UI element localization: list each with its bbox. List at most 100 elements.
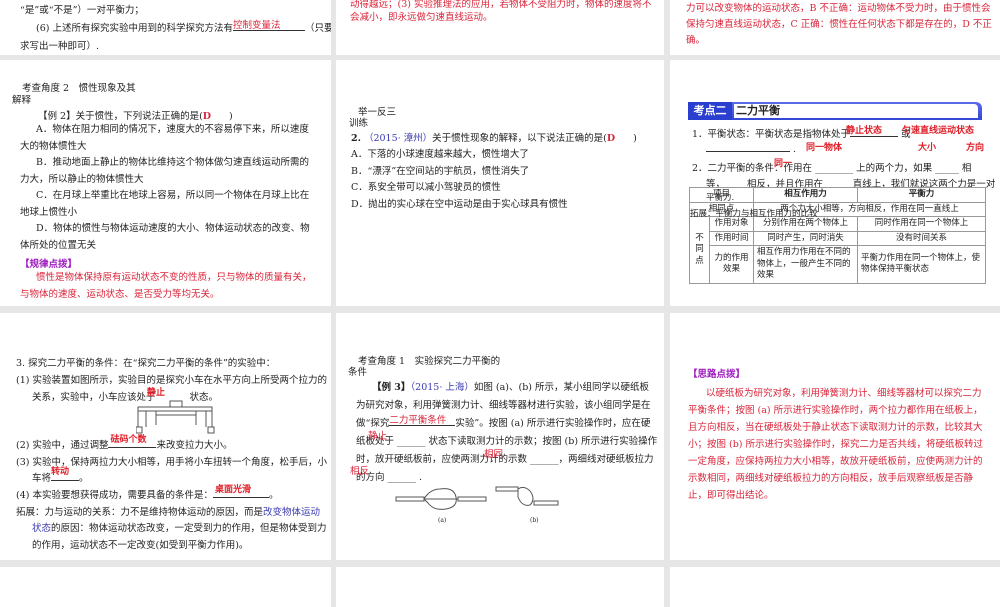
answer: D [606, 133, 616, 144]
label: 【例 3】 [372, 382, 411, 393]
option-b: B．推动地面上静止的物体比维持这个物体做匀速直线运动所需的力大，所以静止的物体惯… [20, 157, 309, 185]
text: 关于惯性现象的解释，以下说法正确的是( [432, 133, 607, 144]
slide-6[interactable]: 考点二 二力平衡 1．平衡状态：平衡状态是指物体处于 或 静止状态 匀速直线运动… [670, 60, 1000, 306]
text: 实验”。按图 (a) 所示进行实验操作时，应在硬 [455, 418, 651, 429]
tip-text: 以硬纸板为研究对象，利用弹簧测力计、细线等器材可以探究二力平衡条件；按图 (a)… [688, 388, 984, 501]
text: (2) 实验中，通过调整 [16, 440, 109, 451]
text-line: 车将 转动。 [32, 467, 89, 484]
slide-7[interactable]: 3. 探究二力平衡的条件：在“探究二力平衡的条件”的实验中： (1) 实验装置如… [0, 313, 331, 560]
figure-label: (b) [530, 517, 539, 524]
answer: 砝码个数 [110, 435, 147, 445]
text: （只要 [304, 23, 331, 34]
answer: 大小 [918, 143, 937, 153]
text: 1．平衡状态：平衡状态是指物体处于 [692, 129, 851, 140]
slide-11[interactable] [336, 567, 664, 607]
text-line: 力可以改变物体的运动状态，B 不正确：运动物体不受力时，由于惯性会 [686, 3, 991, 14]
text-line: (1) 实验装置如图所示，实验目的是探究小车在水平方向上所受两个拉力的 [16, 375, 327, 386]
text-line: 保持匀速直线运动状态，C 正确：惯性在任何状态下都是存在的，D 不正 [686, 19, 992, 30]
table-cell: 同时作用在同一个物体上 [857, 216, 987, 232]
answer: 相反 [350, 466, 370, 477]
text-line: 3. 探究二力平衡的条件：在“探究二力平衡的条件”的实验中： [16, 358, 276, 369]
answer: 静止状态 [846, 126, 883, 136]
text-line: (2) 实验中，通过调整 砝码个数 来改变拉力大小。 [16, 435, 233, 451]
answer: 匀速直线运动状态 [902, 126, 975, 136]
answer: 方向 [966, 143, 985, 153]
option-d: D．抛出的实心球在空中运动是由于实心球具有惯性 [351, 199, 568, 210]
answer: 静止 [147, 388, 166, 398]
answer: D [202, 111, 212, 122]
source: （2015· 漳州） [363, 133, 433, 144]
text-line: 【例 3】（2015· 上海）如图 (a)、(b) 所示，某小组同学以硬纸板 [372, 379, 649, 393]
highlight: 改变物体运动 [263, 507, 321, 518]
table-cell: 同时产生，同时消失 [753, 230, 859, 246]
slide-9[interactable]: 【思路点拨】 以硬纸板为研究对象，利用弹簧测力计、细线等器材可以探究二力平衡条件… [670, 313, 1000, 560]
slide-2[interactable]: 动得越远；(3) 实验推理法的应用，若物体不受阻力时，物体的速度将不 会减小，即… [336, 0, 664, 55]
table-cell: 力的作用效果 [708, 245, 755, 284]
source: （2015· 上海） [410, 382, 474, 393]
table-cell: 不同点 [689, 216, 710, 284]
answer: 相同 [484, 449, 504, 460]
section-heading: 考查角度 1 实验探究二力平衡的 [358, 356, 501, 367]
text-line: (6) 上述所有探究实验中用到的科学探究方法有 控制变量法 （只要 [36, 20, 331, 34]
text-line: 时，放开硬纸板前，应使两测力计的示数 ______，两细线对硬纸板拉力 [356, 454, 654, 465]
text-line: 纸板处于 ______ 状态下读取测力计的示数；按图 (b) 所示进行实验操作 [356, 436, 658, 447]
text-line: 平衡力. [706, 193, 735, 203]
text: (4) 本实验要想获得成功，需要具备的条件是： [16, 490, 213, 501]
text-line: 拓展：力与运动的关系：力不是维持物体运动的原因，而是改变物体运动 [16, 504, 320, 518]
text: ) [229, 111, 233, 122]
text-line: 的作用，运动状态不一定改变(如受到平衡力作用)。 [32, 540, 249, 551]
text-line: 求写出一种即可）. [20, 41, 100, 52]
option-d: D．物体的惯性与物体运动速度的大小、物体运动状态的改变、物体所处的位置无关 [20, 223, 310, 251]
text: 车将 [32, 473, 52, 484]
text-line: “是”或“不是”）一对平衡力； [20, 5, 144, 16]
slide-5[interactable]: 举一反三 训练 2. （2015· 漳州）关于惯性现象的解释，以下说法正确的是(… [336, 60, 664, 306]
text-line: 确。 [686, 35, 706, 46]
question: 2. （2015· 漳州）关于惯性现象的解释，以下说法正确的是(D) [351, 130, 637, 144]
answer: 转动 [51, 467, 70, 477]
extension-label: 拓展：平衡力与相互作用力的比较 [690, 209, 818, 219]
text-line: (4) 本实验要想获得成功，需要具备的条件是： 桌面光滑。 [16, 485, 279, 501]
highlight: 状态 [32, 523, 52, 534]
option-a: A．下落的小球速度越来越大，惯性增大了 [351, 149, 529, 160]
section-heading: 解释 [12, 95, 32, 106]
text: 来改变拉力大小。 [156, 440, 233, 451]
slide-10[interactable] [0, 567, 331, 607]
text: 的原因：物体运动状态改变，一定受到力的作用，但是物体受到力 [51, 523, 327, 534]
table-header: 相互作用力 [753, 187, 859, 203]
slide-1[interactable]: “是”或“不是”）一对平衡力； (6) 上述所有探究实验中用到的科学探究方法有控… [0, 0, 331, 55]
text-line: 2．二力平衡的条件：作用在 ________ 上的两个力，如果 _____ 相 [692, 163, 972, 174]
answer: 同一 [774, 159, 793, 169]
figure-label: (a) [438, 517, 447, 524]
section-heading: 条件 [348, 367, 368, 378]
answer: 控制变量法 [232, 20, 281, 31]
option-a: A．物体在阻力相同的情况下，速度大的不容易停下来，所以速度大的物体惯性大 [20, 124, 309, 152]
text-line: 会减小，即永远做匀速直线运动。 [350, 12, 493, 23]
slide-12[interactable] [670, 567, 1000, 607]
slide-8[interactable]: 考查角度 1 实验探究二力平衡的 条件 【例 3】（2015· 上海）如图 (a… [336, 313, 664, 560]
option-c: C．系安全带可以减小驾驶员的惯性 [351, 182, 501, 193]
text: 拓展：力与运动的关系：力不是维持物体运动的原因，而是 [16, 507, 264, 518]
text: 。 [268, 490, 279, 501]
answer: 同一物体 [806, 143, 843, 153]
table-header: 平衡力 [857, 187, 987, 203]
tip-label: 【规律点拨】 [20, 259, 78, 270]
slide-4[interactable]: 考查角度 2 惯性现象及其 解释 【例 2】关于惯性，下列说法正确的是(D) A… [0, 60, 331, 306]
tip-label: 【思路点拨】 [688, 369, 746, 380]
slide-3[interactable]: 力可以改变物体的运动状态，B 不正确：运动物体不受力时，由于惯性会 保持匀速直线… [670, 0, 1000, 55]
table-cell: 作用时间 [708, 230, 755, 246]
table-cell: 相互作用力作用在不同的物体上，一般产生不同的效果 [753, 245, 859, 284]
blank: . [706, 142, 796, 155]
section-title: 二力平衡 [734, 104, 978, 118]
table-cell: 平衡力作用在同一个物体上，使物体保持平衡状态 [857, 245, 987, 284]
question: 【例 2】关于惯性，下列说法正确的是(D) [38, 108, 233, 122]
section-badge: 考点二 [688, 102, 732, 120]
answer: 桌面光滑 [214, 485, 251, 495]
answer: 静止 [368, 431, 388, 442]
text-line: 状态的原因：物体运动状态改变，一定受到力的作用，但是物体受到力 [32, 520, 327, 534]
text-line: 为研究对象，利用弹簧测力计、细线等器材进行实验，该小组同学是在 [356, 400, 651, 411]
number: 2. [351, 133, 361, 144]
section-heading: 训练 [349, 118, 369, 129]
answer: 二力平衡条件 [389, 415, 447, 426]
apparatus-diagram [136, 400, 215, 434]
tip-text: 惯性是物体保持原有运动状态不变的性质，只与物体的质量有关，与物体的速度、运动状态… [20, 272, 312, 300]
